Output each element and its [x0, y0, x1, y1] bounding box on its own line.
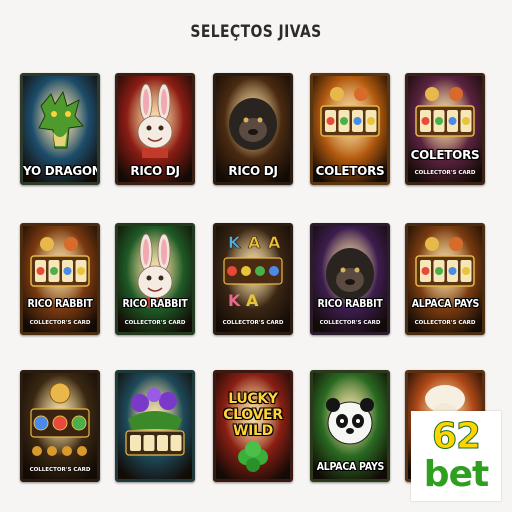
game-card[interactable]: COLLECTOR'S CARD	[20, 370, 100, 482]
game-card[interactable]: RICO RABBIT COLLECTOR'S CARD	[115, 223, 195, 335]
slot-reels-icon	[23, 226, 97, 332]
game-card-subtitle: COLLECTOR'S CARD	[414, 170, 476, 176]
game-card-title: RICO RABBIT	[317, 298, 383, 310]
svg-text:K: K	[228, 233, 241, 252]
svg-text:K: K	[228, 291, 241, 310]
game-card-title: ALPACA PAYS	[316, 461, 385, 473]
card-symbols-icon: K A AK A	[216, 226, 290, 332]
game-card-subtitle: COLLECTOR'S CARD	[319, 320, 381, 326]
game-card[interactable]: LUCKY CLOVER WILD	[213, 370, 293, 482]
game-card-subtitle: COLLECTOR'S CARD	[222, 320, 284, 326]
game-card-subtitle: COLLECTOR'S CARD	[29, 320, 91, 326]
game-card[interactable]: ALPACA PAYS	[310, 370, 390, 482]
game-card-title: COLETORS	[410, 148, 480, 162]
game-card-title: RICO RABBIT	[122, 298, 188, 310]
game-card-title: YO DRAGON	[23, 164, 100, 178]
game-card[interactable]: RICO RABBIT COLLECTOR'S CARD	[20, 223, 100, 335]
game-card[interactable]: RICO DJ	[213, 73, 293, 185]
game-card-subtitle: COLLECTOR'S CARD	[414, 320, 476, 326]
game-card[interactable]: COLETORS COLLECTOR'S CARD	[405, 73, 485, 185]
game-card-title: RICO DJ	[130, 164, 180, 178]
game-card-title: RICO RABBIT	[27, 298, 93, 310]
brand-badge: 62 bet	[411, 411, 501, 501]
game-card-title: COLETORS	[315, 164, 385, 178]
brand-number: 62	[431, 416, 481, 457]
game-card[interactable]	[115, 370, 195, 482]
game-card[interactable]: ALPACA PAYS COLLECTOR'S CARD	[405, 223, 485, 335]
game-card[interactable]: RICO RABBIT COLLECTOR'S CARD	[310, 223, 390, 335]
rabbit-icon	[118, 226, 192, 332]
game-card-title: LUCKY CLOVER WILD	[223, 391, 283, 439]
game-card[interactable]: K A A K A COLLECTOR'S CARD	[213, 223, 293, 335]
slot-reels-icon	[408, 76, 482, 182]
page-title: SELEÇTOS JIVAS	[190, 22, 322, 42]
game-card-title: ALPACA PAYS	[411, 298, 480, 310]
svg-text:A: A	[246, 291, 259, 310]
flowers-icon	[118, 373, 192, 479]
brand-word: bet	[423, 454, 489, 495]
game-card-title: RICO DJ	[228, 164, 278, 178]
game-card[interactable]: COLETORS	[310, 73, 390, 185]
coins-icon	[23, 373, 97, 479]
game-card[interactable]: YO DRAGON	[20, 73, 100, 185]
game-card-subtitle: COLLECTOR'S CARD	[124, 320, 186, 326]
game-card[interactable]: RICO DJ	[115, 73, 195, 185]
game-card-subtitle: COLLECTOR'S CARD	[29, 467, 91, 473]
svg-text:A: A	[248, 233, 261, 252]
slot-reels-icon	[408, 226, 482, 332]
svg-text:A: A	[268, 233, 281, 252]
gorilla-icon	[313, 226, 387, 332]
